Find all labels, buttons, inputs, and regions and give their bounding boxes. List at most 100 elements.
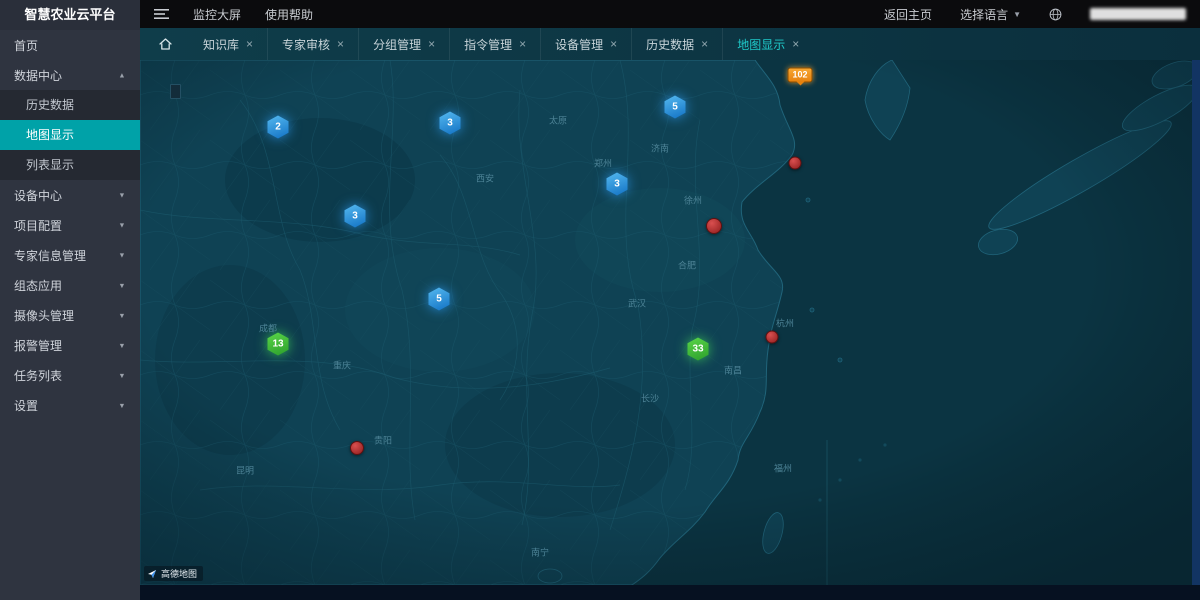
sidebar-item-label: 设置 (14, 397, 38, 414)
tab-label: 知识库 (203, 36, 239, 53)
tab-close-icon[interactable]: × (610, 38, 617, 50)
sidebar-subitem-list-display[interactable]: 列表显示 (0, 150, 140, 180)
tab-command-management[interactable]: 指令管理× (449, 28, 540, 60)
sidebar-item-label: 任务列表 (14, 367, 62, 384)
tab-expert-review[interactable]: 专家审核 × (267, 28, 358, 60)
language-select[interactable]: 选择语言 ▼ (960, 6, 1021, 23)
cluster-count: 3 (440, 112, 461, 135)
cluster-marker-blue[interactable]: 5 (665, 96, 686, 119)
sidebar-item-expert-info[interactable]: 专家信息管理▼ (0, 240, 140, 270)
tab-close-icon[interactable]: × (337, 38, 344, 50)
city-label: 徐州 (684, 194, 702, 207)
tabbar: 知识库×专家审核×分组管理×指令管理×设备管理×历史数据×地图显示× (140, 28, 1200, 60)
sidebar-item-settings[interactable]: 设置▼ (0, 390, 140, 420)
tab-label: 分组管理 (373, 36, 421, 53)
city-label: 郑州 (594, 157, 612, 170)
sidebar-item-device-center[interactable]: 设备中心▼ (0, 180, 140, 210)
cluster-count: 2 (268, 116, 289, 139)
sidebar-item-label: 项目配置 (14, 217, 62, 234)
language-globe-icon[interactable] (1049, 8, 1062, 21)
content-area: 2353351333102西安太原郑州济南徐州合肥武汉杭州南昌长沙成都重庆贵阳昆… (140, 60, 1200, 600)
collapse-menu-icon[interactable] (154, 8, 169, 20)
menu-help[interactable]: 使用帮助 (265, 6, 313, 23)
app-title: 智慧农业云平台 (0, 0, 140, 30)
cluster-count: 13 (268, 333, 289, 356)
city-label: 南宁 (531, 546, 549, 559)
device-marker-red[interactable] (766, 331, 779, 344)
sidebar: 智慧农业云平台 首页数据中心▲历史数据地图显示列表显示设备中心▼项目配置▼专家信… (0, 0, 140, 600)
tab-device-management[interactable]: 设备管理 × (540, 28, 631, 60)
home-tab-icon[interactable] (158, 37, 173, 51)
sidebar-item-configuration-app[interactable]: 组态应用 ▼ (0, 270, 140, 300)
sidebar-item-data-center[interactable]: 数据中心▲ (0, 60, 140, 90)
tab-close-icon[interactable]: × (519, 38, 526, 50)
sidebar-item-camera-management[interactable]: 摄像头管理 ▼ (0, 300, 140, 330)
sidebar-submenu-data-center: 历史数据地图显示列表显示 (0, 90, 140, 180)
map-overview-control[interactable] (170, 84, 181, 99)
caret-down-icon: ▼ (118, 311, 125, 319)
city-label: 西安 (476, 172, 494, 185)
cluster-marker-green[interactable]: 33 (688, 338, 709, 361)
sidebar-subitem-history-data[interactable]: 历史数据 (0, 90, 140, 120)
device-marker-red[interactable] (706, 218, 722, 234)
cluster-marker-blue[interactable]: 3 (440, 112, 461, 135)
sidebar-item-label: 摄像头管理 (14, 307, 74, 324)
device-marker-red[interactable] (789, 157, 802, 170)
tab-label: 地图显示 (737, 36, 785, 53)
amap-logo-icon (147, 569, 157, 579)
sidebar-item-home[interactable]: 首页 (0, 30, 140, 60)
caret-down-icon: ▼ (118, 221, 125, 229)
caret-down-icon: ▼ (1013, 10, 1021, 19)
bottom-strip (140, 585, 1200, 600)
cluster-count: 33 (688, 338, 709, 361)
sidebar-item-label: 组态应用 (14, 277, 62, 294)
cluster-marker-green[interactable]: 13 (268, 333, 289, 356)
caret-down-icon: ▼ (118, 371, 125, 379)
cluster-marker-blue[interactable]: 3 (345, 205, 366, 228)
sidebar-item-alarm-management[interactable]: 报警管理 ▼ (0, 330, 140, 360)
cluster-count: 5 (665, 96, 686, 119)
sidebar-item-label: 专家信息管理 (14, 247, 86, 264)
city-label: 南昌 (724, 364, 742, 377)
tab-history-data[interactable]: 历史数据× (631, 28, 722, 60)
tab-close-icon[interactable]: × (428, 38, 435, 50)
caret-down-icon: ▼ (118, 281, 125, 289)
language-select-label: 选择语言 (960, 6, 1008, 23)
sidebar-item-label: 设备中心 (14, 187, 62, 204)
caret-down-icon: ▼ (118, 341, 125, 349)
map-attribution-label: 高德地图 (161, 567, 197, 580)
tab-close-icon[interactable]: × (701, 38, 708, 50)
city-label: 杭州 (776, 317, 794, 330)
sidebar-item-project-config[interactable]: 项目配置 ▼ (0, 210, 140, 240)
tab-close-icon[interactable]: × (246, 38, 253, 50)
city-label: 长沙 (641, 392, 659, 405)
cluster-count: 3 (345, 205, 366, 228)
city-label: 昆明 (236, 464, 254, 477)
device-marker-red[interactable] (350, 441, 364, 455)
sidebar-subitem-map-display[interactable]: 地图显示 (0, 120, 140, 150)
tab-label: 设备管理 (555, 36, 603, 53)
caret-up-icon: ▲ (118, 71, 125, 79)
menu-monitor-screen[interactable]: 监控大屏 (193, 6, 241, 23)
sidebar-item-label: 报警管理 (14, 337, 62, 354)
marker-layer: 2353351333102西安太原郑州济南徐州合肥武汉杭州南昌长沙成都重庆贵阳昆… (140, 60, 1192, 585)
tab-map-display[interactable]: 地图显示 × (722, 28, 813, 60)
map-canvas[interactable]: 2353351333102西安太原郑州济南徐州合肥武汉杭州南昌长沙成都重庆贵阳昆… (140, 60, 1192, 585)
username-redacted[interactable] (1090, 8, 1186, 20)
tab-knowledge-base[interactable]: 知识库 × (189, 28, 267, 60)
tab-group-management[interactable]: 分组管理 × (358, 28, 449, 60)
cluster-marker-blue[interactable]: 3 (607, 173, 628, 196)
city-label: 武汉 (628, 297, 646, 310)
tab-label: 专家审核 (282, 36, 330, 53)
sidebar-item-label: 首页 (14, 37, 38, 54)
map-attribution[interactable]: 高德地图 (144, 566, 203, 581)
cluster-marker-orange[interactable]: 102 (788, 67, 813, 82)
cluster-marker-blue[interactable]: 5 (429, 288, 450, 311)
app-root: 智慧农业云平台 首页数据中心▲历史数据地图显示列表显示设备中心▼项目配置▼专家信… (0, 0, 1200, 600)
city-label: 济南 (651, 141, 669, 154)
sidebar-item-task-list[interactable]: 任务列表 ▼ (0, 360, 140, 390)
back-home-link[interactable]: 返回主页 (884, 6, 932, 23)
cluster-marker-blue[interactable]: 2 (268, 116, 289, 139)
tab-close-icon[interactable]: × (792, 38, 799, 50)
city-label: 太原 (549, 114, 567, 127)
